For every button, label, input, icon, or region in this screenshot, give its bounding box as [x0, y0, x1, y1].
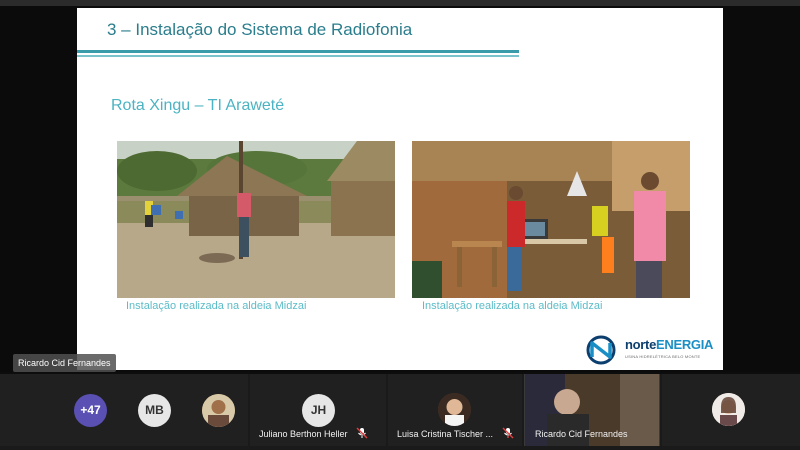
logo-wordmark: norteENERGIA — [625, 337, 714, 352]
presenter-name-tag: Ricardo Cid Fernandes — [13, 354, 116, 372]
avatar-initials: MB — [138, 394, 171, 427]
logo-tagline: USINA HIDRELÉTRICA BELO MONTE — [625, 354, 701, 359]
slide-subtitle: Rota Xingu – TI Araweté — [111, 97, 285, 114]
photo-caption-left: Instalação realizada na aldeia Midzai — [126, 300, 307, 312]
participant-name: Juliano Berthon Heller — [259, 429, 348, 439]
photo-radio-installation — [412, 141, 690, 298]
mic-off-icon — [356, 427, 368, 439]
slide-title: 3 – Instalação do Sistema de Radiofonia — [107, 20, 413, 39]
presentation-slide: 3 – Instalação do Sistema de Radiofonia … — [77, 8, 723, 370]
avatar — [202, 394, 235, 427]
participant-tile[interactable]: JH Juliano Berthon Heller — [250, 374, 386, 446]
norte-energia-logo: norteENERGIA USINA HIDRELÉTRICA BELO MON… — [582, 335, 718, 365]
avatar — [438, 393, 471, 426]
participant-tile-active[interactable]: Ricardo Cid Fernandes — [524, 374, 660, 446]
participant-tile[interactable]: Luisa Cristina Tischer ... — [388, 374, 522, 446]
title-rule — [77, 50, 519, 53]
participant-name: Ricardo Cid Fernandes — [535, 429, 628, 439]
mic-off-icon — [502, 427, 514, 439]
title-rule-thin — [77, 55, 519, 57]
participant-strip: +47 MB JH Juliano Berthon Heller Luisa C… — [0, 374, 800, 450]
avatar-initials: JH — [302, 394, 335, 427]
participant-tile-group[interactable]: +47 MB — [0, 374, 248, 446]
photo-caption-right: Instalação realizada na aldeia Midzai — [422, 300, 603, 312]
shared-screen: 3 – Instalação do Sistema de Radiofonia … — [0, 6, 800, 372]
photo-village-exterior — [117, 141, 395, 298]
participant-tile[interactable] — [662, 374, 800, 446]
participant-name: Luisa Cristina Tischer ... — [397, 429, 494, 439]
overflow-participants-badge[interactable]: +47 — [74, 394, 107, 427]
avatar — [712, 393, 745, 426]
